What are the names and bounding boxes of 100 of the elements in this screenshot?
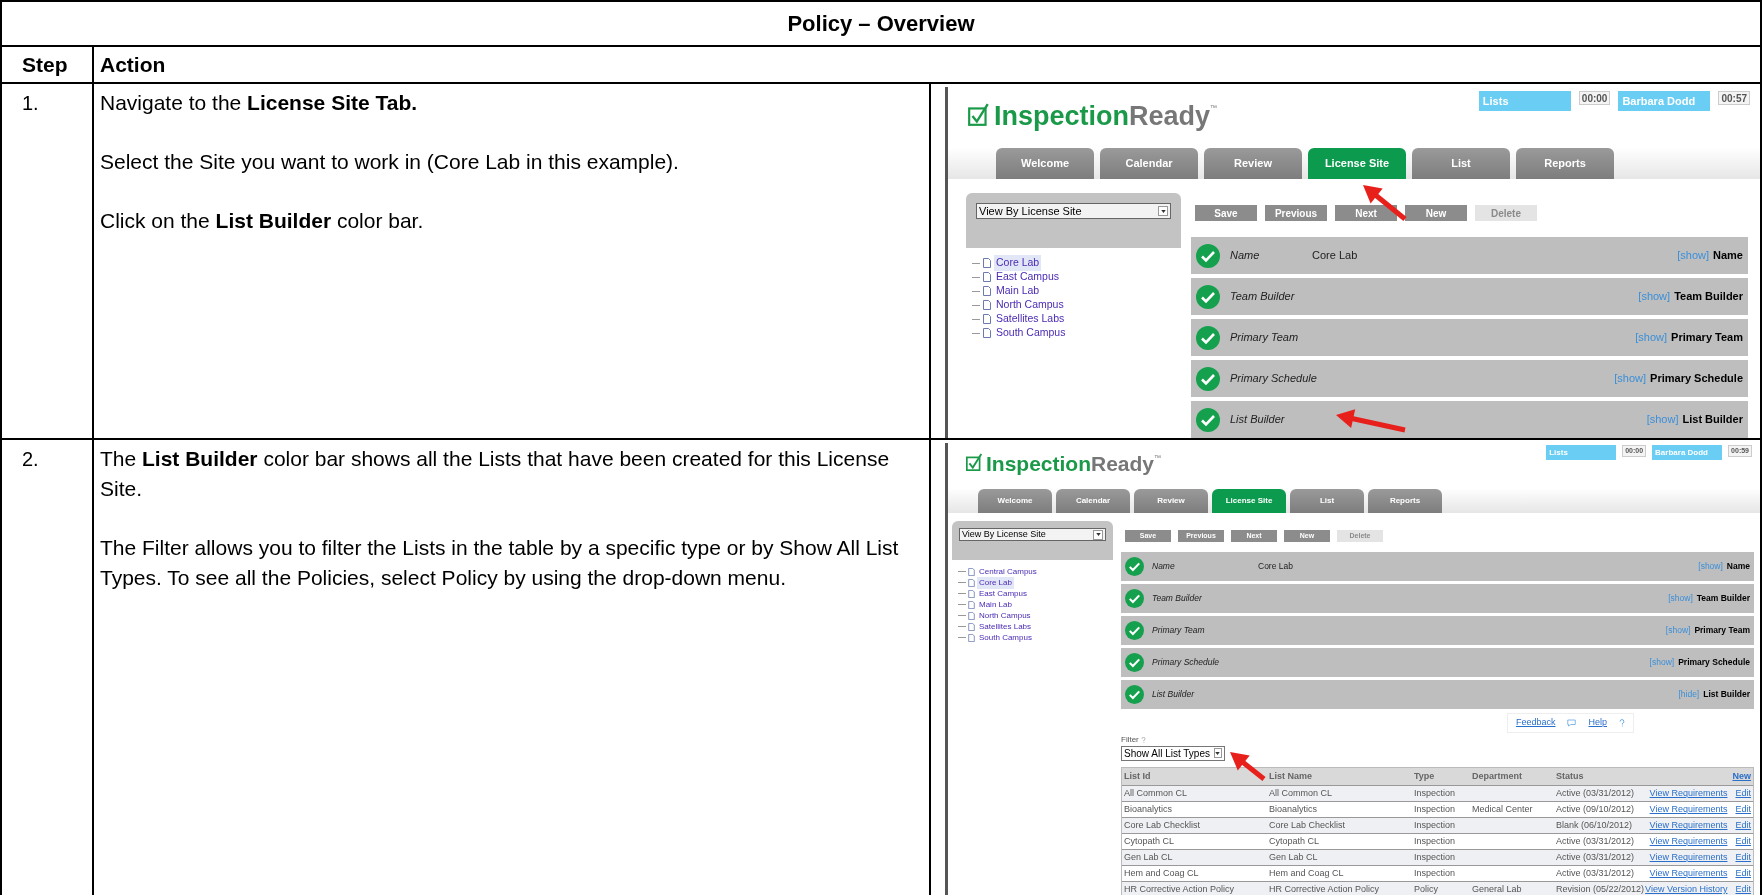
column-header: Department — [1472, 769, 1523, 783]
table-link[interactable]: View Requirements — [1649, 786, 1728, 801]
table-link[interactable]: View Requirements — [1649, 802, 1728, 817]
section-bar[interactable]: List Builder [hide] List Builder — [1121, 680, 1754, 709]
site-tree-item[interactable]: East Campus — [977, 587, 1030, 600]
site-tree-item[interactable]: Core Lab — [994, 255, 1042, 271]
view-select[interactable]: View By License Site — [976, 203, 1171, 219]
table-link[interactable]: Edit — [1735, 786, 1751, 801]
nav-tab[interactable]: Reports — [1368, 489, 1442, 513]
check-icon — [1196, 407, 1220, 432]
site-tree-item[interactable]: South Campus — [977, 631, 1034, 644]
section-title: Name — [1713, 248, 1743, 264]
section-bar[interactable]: Team Builder [show] Team Builder — [1121, 584, 1754, 613]
check-icon — [1125, 557, 1144, 576]
table-link[interactable]: View Requirements — [1649, 866, 1728, 881]
help-link[interactable]: Help — [1588, 716, 1607, 730]
dropdown-arrow-icon — [1158, 206, 1168, 216]
table-cell-text: Active (03/31/2012) — [1556, 786, 1636, 800]
nav-tab[interactable]: List — [1290, 489, 1364, 513]
logo-text: InspectionReady — [994, 103, 1211, 130]
table-link[interactable]: View Version History — [1645, 882, 1728, 895]
column-header: Action — [99, 51, 166, 78]
nav-tab[interactable]: Welcome — [996, 148, 1094, 179]
table-link[interactable]: View Requirements — [1649, 818, 1728, 833]
section-label: Team Builder — [1230, 289, 1296, 305]
table-link[interactable]: Edit — [1735, 802, 1751, 817]
section-label: Team Builder — [1152, 592, 1203, 605]
nav-tab[interactable]: Reports — [1516, 148, 1614, 179]
table-link[interactable]: Edit — [1735, 850, 1751, 865]
step-number: 1. — [22, 92, 39, 114]
nav-tab[interactable]: License Site — [1212, 489, 1286, 513]
site-tree-item[interactable]: Satellites Labs — [994, 311, 1067, 327]
section-bar[interactable]: Team Builder [show] Team Builder — [1191, 278, 1748, 315]
check-icon — [1196, 366, 1220, 391]
new-link[interactable]: New — [1732, 769, 1751, 784]
section-label: Name — [1230, 248, 1261, 264]
table-cell-text: Gen Lab CL — [1269, 850, 1319, 864]
nav-tab[interactable]: Review — [1204, 148, 1302, 179]
section-title: List Builder — [1682, 412, 1743, 428]
toolbar-button[interactable]: Previous — [1265, 205, 1327, 221]
site-tree-item[interactable]: North Campus — [977, 609, 1033, 622]
nav-tab[interactable]: License Site — [1308, 148, 1406, 179]
nav-tab[interactable]: Review — [1134, 489, 1208, 513]
site-tree-item[interactable]: South Campus — [994, 325, 1068, 341]
table-cell-text: Inspection — [1414, 866, 1457, 880]
section-label: List Builder — [1230, 412, 1286, 428]
section-bar[interactable]: Name Core Lab [show] Name — [1191, 237, 1748, 274]
site-tree-item[interactable]: East Campus — [994, 269, 1062, 285]
section-title: Team Builder — [1696, 592, 1750, 605]
instruction-text: The List Builder color bar shows all the Lists that have been created for this License Site. — [100, 446, 891, 502]
table-link[interactable]: Edit — [1735, 866, 1751, 881]
document-title: Policy – Overview — [787, 10, 975, 38]
section-bar[interactable]: Primary Schedule [show] Primary Schedule — [1191, 360, 1748, 397]
site-tree-item[interactable]: Central Campus — [977, 565, 1039, 578]
section-title: Primary Team — [1671, 330, 1743, 346]
table-cell-text: Gen Lab CL — [1124, 850, 1174, 864]
table-link[interactable]: Edit — [1735, 882, 1751, 895]
nav-tab[interactable]: Welcome — [978, 489, 1052, 513]
nav-tab[interactable]: Calendar — [1100, 148, 1198, 179]
section-bar[interactable]: Primary Team [show] Primary Team — [1121, 616, 1754, 645]
toolbar-button[interactable]: Save — [1195, 205, 1257, 221]
site-tree-item[interactable]: Satellites Labs — [977, 620, 1034, 633]
table-link[interactable]: Edit — [1735, 834, 1751, 849]
site-tree-item[interactable]: North Campus — [994, 297, 1066, 313]
section-title: List Builder — [1703, 688, 1750, 701]
column-header: List Id — [1124, 769, 1152, 783]
check-icon — [1125, 621, 1144, 640]
table-cell-text: Active (03/31/2012) — [1556, 850, 1636, 864]
section-title: Name — [1726, 560, 1750, 573]
site-tree-item[interactable]: Main Lab — [994, 283, 1042, 299]
status-label: Lists — [1478, 91, 1571, 111]
table-cell-text: Policy — [1414, 882, 1439, 895]
section-value: Core Lab — [1312, 248, 1358, 264]
view-select[interactable]: View By License Site — [959, 528, 1106, 541]
site-tree-item[interactable]: Core Lab — [977, 576, 1014, 589]
section-label: Primary Schedule — [1230, 371, 1317, 387]
toolbar-button[interactable]: Next — [1335, 205, 1397, 221]
table-link[interactable]: View Requirements — [1649, 850, 1728, 865]
column-header: Status — [1556, 769, 1585, 783]
nav-tab[interactable]: List — [1412, 148, 1510, 179]
section-bar[interactable]: Primary Schedule [show] Primary Schedule — [1121, 648, 1754, 677]
feedback-link[interactable]: Feedback — [1515, 716, 1556, 730]
nav-tab[interactable]: Calendar — [1056, 489, 1130, 513]
table-cell-text: HR Corrective Action Policy — [1124, 882, 1236, 895]
pointer-arrow — [1336, 409, 1406, 433]
table-link[interactable]: View Requirements — [1649, 834, 1728, 849]
timer-text: 00:57 — [1718, 91, 1750, 105]
section-bar[interactable]: List Builder [show] List Builder — [1191, 401, 1748, 438]
column-header: Step — [2, 47, 94, 82]
site-tree-item[interactable]: Main Lab — [977, 598, 1014, 611]
toolbar-button[interactable]: New — [1405, 205, 1467, 221]
filter-select[interactable]: Show All List Types — [1121, 745, 1225, 761]
section-bar[interactable]: Primary Team [show] Primary Team — [1191, 319, 1748, 356]
section-bar[interactable]: Name Core Lab [show] Name — [1121, 552, 1754, 581]
check-icon — [1125, 685, 1144, 704]
checkbox-logo-icon — [968, 103, 990, 127]
section-label: Primary Team — [1152, 624, 1206, 637]
table-cell-text: Bioanalytics — [1124, 802, 1174, 816]
table-link[interactable]: Edit — [1735, 818, 1751, 833]
table-cell: General Lab — [1472, 883, 1522, 894]
